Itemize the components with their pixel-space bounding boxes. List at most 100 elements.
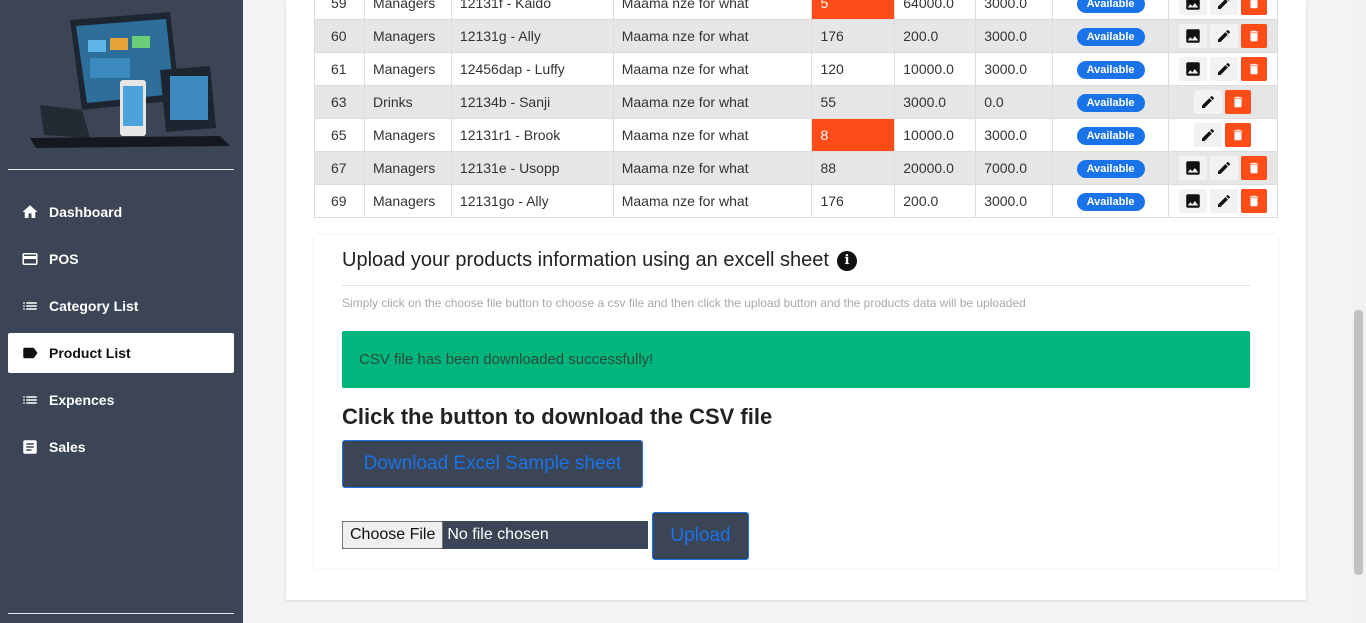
sidebar-item-label: Sales xyxy=(49,439,86,455)
table-row: 61 Managers 12456dap - Luffy Maama nze for … xyxy=(314,52,1279,86)
delete-icon[interactable] xyxy=(1240,189,1267,213)
cell-id: 60 xyxy=(314,19,365,53)
success-alert: CSV file has been downloaded successfull… xyxy=(342,331,1250,388)
cell-price: 3000.0 xyxy=(894,85,977,119)
image-icon[interactable] xyxy=(1178,57,1207,81)
cell-status: Available xyxy=(1052,52,1169,86)
cell-price: 200.0 xyxy=(894,184,977,218)
cell-code: 12456dap - Luffy xyxy=(450,52,614,86)
cell-description: Maama nze for what xyxy=(612,0,813,20)
sidebar-item-product-list[interactable]: Product List xyxy=(8,333,234,373)
cell-cost: 3000.0 xyxy=(975,52,1054,86)
delete-icon[interactable] xyxy=(1240,57,1267,81)
cell-category: Managers xyxy=(363,0,452,20)
image-icon[interactable] xyxy=(1178,24,1207,48)
list-icon xyxy=(20,390,40,410)
cell-actions xyxy=(1167,85,1279,119)
upload-title: Upload your products information using a… xyxy=(342,249,857,272)
delete-icon[interactable] xyxy=(1225,123,1252,147)
cell-code: 12131g - Ally xyxy=(450,19,614,53)
edit-icon[interactable] xyxy=(1194,90,1223,114)
file-input[interactable]: Choose File No file chosen xyxy=(342,521,648,549)
cell-price: 64000.0 xyxy=(894,0,977,20)
image-icon[interactable] xyxy=(1178,189,1207,213)
sidebar-item-label: Expences xyxy=(49,392,115,408)
edit-icon[interactable] xyxy=(1209,189,1238,213)
products-table: 59 Managers 12131f - Kaido Maama nze for wh… xyxy=(314,0,1279,218)
cell-status: Available xyxy=(1052,85,1169,119)
cell-actions xyxy=(1167,184,1279,218)
cell-price: 200.0 xyxy=(894,19,977,53)
receipt-icon xyxy=(20,437,40,457)
cell-price: 20000.0 xyxy=(894,151,977,185)
status-badge: Available xyxy=(1076,126,1145,145)
edit-icon[interactable] xyxy=(1209,24,1238,48)
cell-id: 69 xyxy=(314,184,365,218)
cell-id: 63 xyxy=(314,85,365,119)
scrollbar-thumb[interactable] xyxy=(1354,310,1363,575)
cell-quantity: 55 xyxy=(811,85,896,119)
edit-icon[interactable] xyxy=(1209,156,1238,180)
delete-icon[interactable] xyxy=(1240,156,1267,180)
cell-quantity: 176 xyxy=(811,184,896,218)
cell-code: 12131e - Usopp xyxy=(450,151,614,185)
cell-id: 61 xyxy=(314,52,365,86)
choose-file-button[interactable]: Choose File xyxy=(342,521,444,549)
table-row: 65 Managers 12131r1 - Brook Maama nze for w… xyxy=(314,118,1279,152)
sidebar-item-expences[interactable]: Expences xyxy=(8,380,234,420)
cell-quantity: 8 xyxy=(811,118,896,152)
cell-id: 65 xyxy=(314,118,365,152)
status-badge: Available xyxy=(1076,60,1145,79)
image-icon[interactable] xyxy=(1178,0,1207,15)
cell-actions xyxy=(1167,19,1279,53)
sidebar-item-dashboard[interactable]: Dashboard xyxy=(8,192,234,232)
list-icon xyxy=(20,296,40,316)
cell-id: 67 xyxy=(314,151,365,185)
pos-devices-logo xyxy=(30,12,230,148)
cell-price: 10000.0 xyxy=(894,52,977,86)
download-sample-button[interactable]: Download Excel Sample sheet xyxy=(342,440,643,488)
cell-cost: 3000.0 xyxy=(975,118,1054,152)
sidebar-divider xyxy=(8,613,234,614)
cell-code: 12131f - Kaido xyxy=(450,0,614,20)
table-row: 60 Managers 12131g - Ally Maama nze for wha… xyxy=(314,19,1279,53)
delete-icon[interactable] xyxy=(1225,90,1252,114)
cell-status: Available xyxy=(1052,184,1169,218)
sidebar-item-sales[interactable]: Sales xyxy=(8,427,234,467)
upload-button[interactable]: Upload xyxy=(652,512,749,560)
cell-description: Maama nze for what xyxy=(612,118,813,152)
table-row: 63 Drinks 12134b - Sanji Maama nze for what… xyxy=(314,85,1279,119)
edit-icon[interactable] xyxy=(1209,0,1238,15)
cell-quantity: 176 xyxy=(811,19,896,53)
page-scrollbar[interactable] xyxy=(1351,0,1366,623)
delete-icon[interactable] xyxy=(1240,24,1267,48)
status-badge: Available xyxy=(1076,159,1145,178)
image-icon[interactable] xyxy=(1178,156,1207,180)
cell-description: Maama nze for what xyxy=(612,151,813,185)
sidebar-item-label: POS xyxy=(49,251,79,267)
sidebar: Dashboard POS Category List Product List… xyxy=(0,0,243,623)
status-badge: Available xyxy=(1076,192,1145,211)
cell-category: Managers xyxy=(363,52,452,86)
sidebar-item-pos[interactable]: POS xyxy=(8,239,234,279)
info-icon[interactable]: i xyxy=(836,250,857,271)
upload-panel: Upload your products information using a… xyxy=(314,235,1278,568)
cell-actions xyxy=(1167,0,1279,20)
edit-icon[interactable] xyxy=(1209,57,1238,81)
cell-cost: 3000.0 xyxy=(975,19,1054,53)
cell-category: Drinks xyxy=(363,85,452,119)
cell-category: Managers xyxy=(363,184,452,218)
divider xyxy=(342,285,1250,286)
tag-icon xyxy=(20,343,40,363)
card-icon xyxy=(20,249,40,269)
cell-code: 12134b - Sanji xyxy=(450,85,614,119)
home-icon xyxy=(20,202,40,222)
sidebar-item-category-list[interactable]: Category List xyxy=(8,286,234,326)
cell-description: Maama nze for what xyxy=(612,184,813,218)
cell-quantity: 5 xyxy=(811,0,896,20)
edit-icon[interactable] xyxy=(1194,123,1223,147)
sidebar-item-label: Category List xyxy=(49,298,139,314)
cell-description: Maama nze for what xyxy=(612,19,813,53)
cell-category: Managers xyxy=(363,19,452,53)
delete-icon[interactable] xyxy=(1240,0,1267,15)
